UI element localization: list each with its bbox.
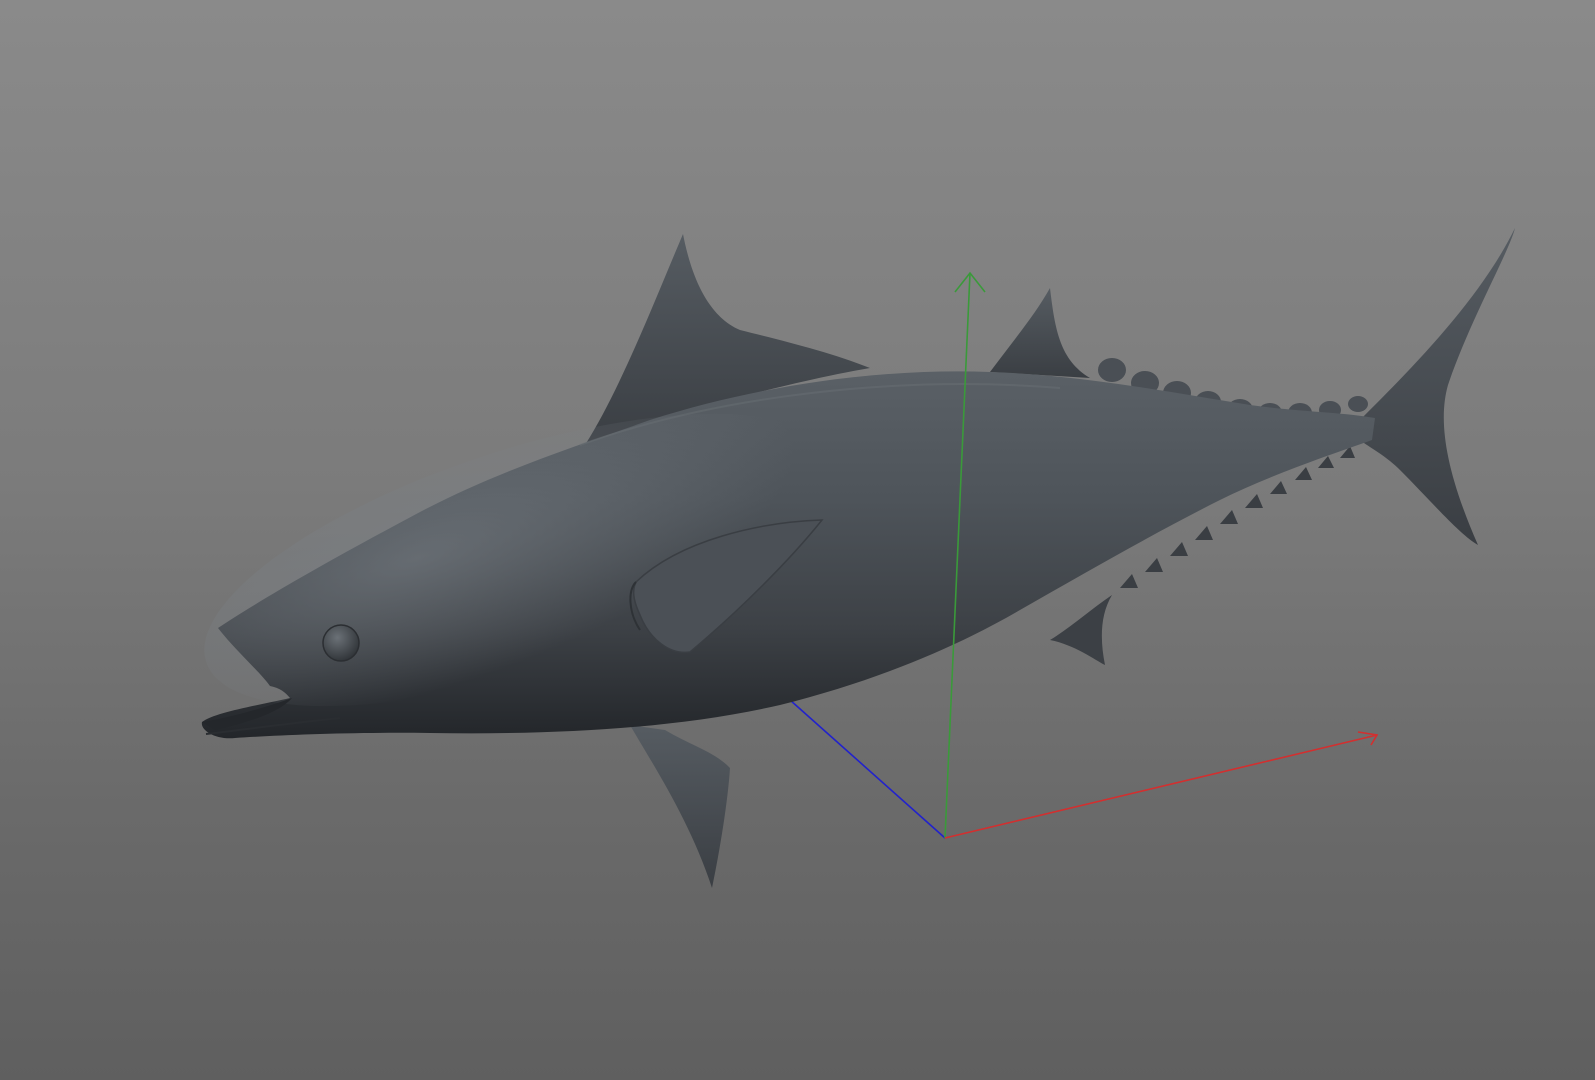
3d-viewport[interactable] bbox=[0, 0, 1595, 1080]
anal-fin bbox=[1050, 595, 1112, 665]
viewport-scene[interactable] bbox=[0, 0, 1595, 1080]
caudal-fin bbox=[1360, 228, 1515, 545]
z-axis-line bbox=[789, 699, 946, 839]
eye-icon bbox=[322, 624, 360, 662]
second-dorsal-fin bbox=[990, 288, 1090, 378]
x-axis-line bbox=[944, 734, 1378, 839]
pelvic-fin bbox=[630, 725, 730, 888]
